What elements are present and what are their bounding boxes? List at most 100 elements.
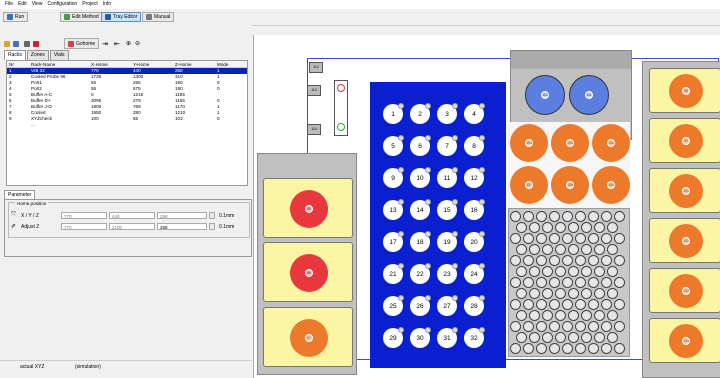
delete-icon[interactable] <box>33 41 39 47</box>
small-vial-position[interactable] <box>555 288 566 299</box>
adjust-z-field[interactable]: 258 <box>157 223 207 230</box>
zoom-in-icon[interactable]: ⊕ <box>126 40 131 47</box>
vial-position[interactable]: 13 <box>383 199 404 220</box>
small-vial-position[interactable] <box>601 255 612 266</box>
vial-position[interactable]: 24 <box>464 263 485 284</box>
vial-position[interactable]: 107 <box>510 166 548 204</box>
gohome-button[interactable]: Gohome <box>64 38 100 49</box>
zoom-out-icon[interactable]: ⊖ <box>135 40 140 47</box>
vial-position[interactable]: 104 <box>510 124 548 162</box>
small-vial-position[interactable] <box>510 277 521 288</box>
small-vial-position[interactable] <box>562 255 573 266</box>
small-vial-position[interactable] <box>601 343 612 354</box>
small-vial-position[interactable] <box>581 288 592 299</box>
x-home-field[interactable]: 770 <box>61 212 107 219</box>
small-vial-position[interactable] <box>536 277 547 288</box>
vial-position[interactable]: 18 <box>410 231 431 252</box>
small-vial-position[interactable] <box>581 266 592 277</box>
small-vial-position[interactable] <box>549 277 560 288</box>
menu-project[interactable]: Project <box>82 0 98 9</box>
vial-position[interactable]: 10 <box>410 167 431 188</box>
vial-position[interactable]: 27 <box>437 295 458 316</box>
small-vial-position[interactable] <box>588 299 599 310</box>
small-vial-position[interactable] <box>588 233 599 244</box>
small-vial-position[interactable] <box>614 343 625 354</box>
small-vial-position[interactable] <box>555 244 566 255</box>
small-vial-position[interactable] <box>588 255 599 266</box>
table-row[interactable]: ... <box>7 122 247 128</box>
vial-position[interactable]: 28 <box>464 295 485 316</box>
small-vial-position[interactable] <box>601 277 612 288</box>
left-rack-slot[interactable]: 97 <box>263 307 353 367</box>
small-vial-position[interactable] <box>601 321 612 332</box>
small-vial-position[interactable] <box>614 233 625 244</box>
open-icon[interactable] <box>4 41 10 47</box>
vial-position[interactable]: 97 <box>290 319 328 357</box>
small-vial-position[interactable] <box>562 277 573 288</box>
small-vial-position[interactable] <box>607 244 618 255</box>
right-rack-slot[interactable]: 103 <box>649 318 720 363</box>
small-vial-position[interactable] <box>542 332 553 343</box>
tab-vials[interactable]: Vials <box>49 50 69 60</box>
small-vial-position[interactable] <box>510 343 521 354</box>
vial-position[interactable]: 17 <box>383 231 404 252</box>
small-vial-position[interactable] <box>523 321 534 332</box>
vial-position[interactable]: 7 <box>437 135 458 156</box>
vial-position[interactable]: 4 <box>464 103 485 124</box>
vial-position[interactable]: 25 <box>383 295 404 316</box>
small-vial-position[interactable] <box>607 332 618 343</box>
tab-zones[interactable]: Zones <box>26 50 49 60</box>
small-vial-position[interactable] <box>562 233 573 244</box>
adjust-step-spinner[interactable] <box>209 223 215 230</box>
small-vial-position[interactable] <box>575 233 586 244</box>
small-vial-position[interactable] <box>581 332 592 343</box>
small-vial-position[interactable] <box>581 244 592 255</box>
left-rack-slot[interactable]: 96 <box>263 242 353 302</box>
vial-position[interactable]: 16 <box>464 199 485 220</box>
vial-position[interactable]: 95 <box>290 190 328 228</box>
port-slot[interactable]: 112 <box>309 62 323 73</box>
right-rack-slot[interactable]: 98 <box>649 68 720 113</box>
small-vial-position[interactable] <box>568 288 579 299</box>
tab-racks[interactable]: Racks <box>4 50 26 60</box>
small-vial-position[interactable] <box>529 222 540 233</box>
vial-position[interactable]: 103 <box>669 324 703 358</box>
small-vial-position[interactable] <box>588 321 599 332</box>
small-vial-position[interactable] <box>594 310 605 321</box>
xyz-step-spinner[interactable] <box>209 212 215 219</box>
small-vial-position[interactable] <box>516 266 527 277</box>
small-vial-position[interactable] <box>607 310 618 321</box>
small-vial-position[interactable] <box>614 277 625 288</box>
manual-button[interactable]: Manual <box>142 12 175 22</box>
small-vial-position[interactable] <box>607 266 618 277</box>
small-vial-position[interactable] <box>588 211 599 222</box>
small-vial-position[interactable] <box>555 222 566 233</box>
vial-position[interactable]: 108 <box>551 166 589 204</box>
arrow-right-icon[interactable]: ⇥ <box>102 40 108 48</box>
small-vial-position[interactable] <box>542 244 553 255</box>
vial-position[interactable]: 109 <box>592 166 630 204</box>
vial-rack-96[interactable] <box>508 208 630 357</box>
vial-position[interactable]: 3 <box>437 103 458 124</box>
small-vial-position[interactable] <box>607 222 618 233</box>
z-home-field[interactable]: 258 <box>157 212 207 219</box>
small-vial-position[interactable] <box>568 332 579 343</box>
menu-view[interactable]: View <box>32 0 43 9</box>
small-vial-position[interactable] <box>510 233 521 244</box>
small-vial-position[interactable] <box>549 233 560 244</box>
small-vial-position[interactable] <box>523 299 534 310</box>
tray-editor-button[interactable]: Tray Editor <box>101 12 142 22</box>
vial-position[interactable]: 23 <box>437 263 458 284</box>
small-vial-position[interactable] <box>523 211 534 222</box>
small-vial-position[interactable] <box>614 255 625 266</box>
vial-position[interactable]: 32 <box>464 327 485 348</box>
small-vial-position[interactable] <box>594 266 605 277</box>
small-vial-position[interactable] <box>562 321 573 332</box>
vial-position[interactable]: 22 <box>410 263 431 284</box>
small-vial-position[interactable] <box>607 288 618 299</box>
small-vial-position[interactable] <box>568 310 579 321</box>
small-vial-position[interactable] <box>516 332 527 343</box>
vial-position[interactable]: 30 <box>410 327 431 348</box>
small-vial-position[interactable] <box>601 233 612 244</box>
orange-rack[interactable]: 104 105 106 107 108 109 <box>508 122 630 208</box>
